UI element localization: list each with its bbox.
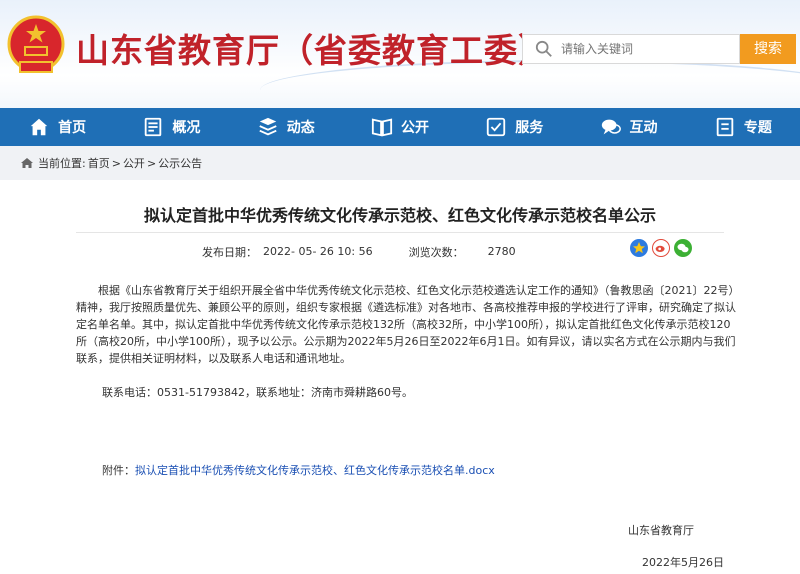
nav-item-overview[interactable]: 概况	[114, 108, 228, 146]
nav-item-public[interactable]: 公开	[343, 108, 457, 146]
nav-item-service[interactable]: 服务	[457, 108, 571, 146]
national-emblem-icon	[7, 15, 65, 73]
home-icon	[30, 118, 48, 136]
wechat-icon[interactable]	[674, 239, 692, 257]
signature-date: 2022年5月26日	[642, 556, 724, 569]
article-body: 根据《山东省教育厅关于组织开展全省中华优秀传统文化示范校、红色文化示范校遴选认定…	[76, 282, 736, 367]
search-box[interactable]	[522, 34, 740, 64]
breadcrumb: 当前位置: 首页 > 公开 > 公示公告	[0, 146, 800, 180]
search-input[interactable]	[561, 42, 731, 56]
attachment: 附件：拟认定首批中华优秀传统文化传承示范校、红色文化传承示范校名单.docx	[102, 462, 495, 478]
weibo-icon[interactable]	[652, 239, 670, 257]
breadcrumb-public[interactable]: 公开	[123, 155, 145, 171]
main-nav: 首页 概况 动态 公开 服务 互动 专题	[0, 108, 800, 146]
book-icon	[371, 118, 393, 137]
signature-org: 山东省教育厅	[628, 524, 694, 537]
views-label: 浏览次数：	[408, 245, 464, 259]
nav-item-interact[interactable]: 互动	[571, 108, 685, 146]
nav-label: 专题	[743, 120, 772, 136]
breadcrumb-home[interactable]: 首页	[88, 155, 110, 171]
views-count: 2780	[487, 245, 516, 258]
nav-label: 公开	[400, 120, 429, 136]
article-container: 拟认定首批中华优秀传统文化传承示范校、红色文化传承示范校名单公示 发布日期： 2…	[6, 180, 794, 574]
site-title: 山东省教育厅（省委教育工委）	[76, 31, 552, 70]
breadcrumb-separator: >	[146, 156, 157, 170]
service-icon	[487, 117, 506, 137]
nav-label: 互动	[629, 120, 658, 136]
article-meta: 发布日期： 2022- 05- 26 10: 56 浏览次数： 2780	[76, 232, 724, 270]
attachment-label: 附件：	[102, 464, 135, 477]
site-header: 山东省教育厅（省委教育工委） 搜索	[0, 0, 800, 108]
share-buttons	[626, 239, 692, 257]
location-home-icon	[21, 158, 33, 168]
nav-label: 动态	[286, 120, 315, 136]
nav-label: 概况	[172, 120, 201, 136]
breadcrumb-current[interactable]: 公示公告	[158, 155, 202, 171]
search-button[interactable]: 搜索	[740, 34, 796, 64]
article-title: 拟认定首批中华优秀传统文化传承示范校、红色文化传承示范校名单公示	[143, 206, 656, 225]
news-icon	[259, 117, 277, 136]
qzone-icon[interactable]	[630, 239, 648, 257]
overview-icon	[145, 117, 162, 137]
nav-label: 服务	[515, 120, 544, 136]
contact-info: 联系电话：0531-51793842，联系地址：济南市舜耕路60号。	[102, 386, 413, 399]
nav-item-topic[interactable]: 专题	[686, 108, 800, 146]
breadcrumb-prefix: 当前位置:	[38, 157, 86, 170]
nav-label: 首页	[58, 120, 87, 136]
nav-item-home[interactable]: 首页	[0, 108, 114, 146]
chat-icon	[601, 119, 621, 135]
breadcrumb-separator: >	[111, 156, 121, 170]
publish-date-label: 发布日期：	[202, 245, 257, 259]
topic-icon	[716, 117, 734, 137]
publish-date: 2022- 05- 26 10: 56	[263, 245, 373, 258]
search-icon	[535, 40, 552, 57]
nav-item-news[interactable]: 动态	[229, 108, 343, 146]
article-paragraph: 根据《山东省教育厅关于组织开展全省中华优秀传统文化示范校、红色文化示范校遴选认定…	[76, 284, 736, 365]
attachment-link[interactable]: 拟认定首批中华优秀传统文化传承示范校、红色文化传承示范校名单.docx	[135, 464, 495, 477]
